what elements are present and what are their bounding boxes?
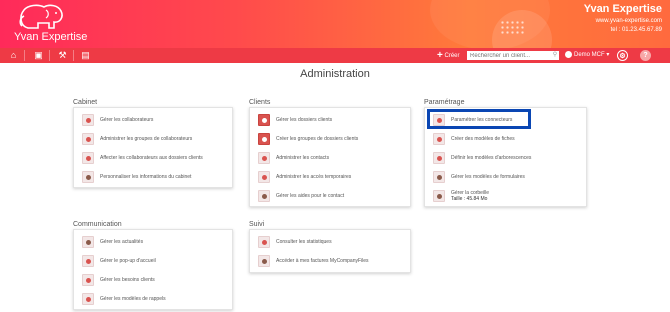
corbeille-size: Taille : 45.84 Mo	[451, 196, 488, 202]
elephant-logo-icon[interactable]	[16, 2, 68, 32]
folders-group-icon	[258, 133, 270, 145]
toolbar-divider	[24, 50, 25, 61]
link-label: Gérer les modèles de rappels	[100, 296, 166, 302]
printer-icon	[433, 171, 445, 183]
assign-users-icon	[82, 152, 94, 164]
link-label: Créer les groupes de dossiers clients	[276, 136, 359, 142]
card-clients: Gérer les dossiers clients Créer les gro…	[249, 107, 411, 207]
calendar-icon	[82, 255, 94, 267]
link-label: Créer des modèles de fiches	[451, 136, 515, 142]
link-personnaliser-cabinet[interactable]: Personnaliser les informations du cabine…	[82, 170, 191, 184]
link-label: Administrer les accès temporaires	[276, 174, 352, 180]
toolbar-divider	[49, 50, 50, 61]
link-modeles-arborescences[interactable]: Définir les modèles d'arborescences	[433, 151, 531, 165]
link-label: Gérer les aides pour le contact	[276, 193, 345, 199]
link-popup-accueil[interactable]: Gérer le pop-up d'accueil	[82, 254, 156, 268]
link-besoins-clients[interactable]: Gérer les besoins clients	[82, 273, 155, 287]
link-label: Définir les modèles d'arborescences	[451, 155, 532, 161]
user-menu[interactable]: Demo MCF ▾	[565, 49, 609, 62]
brand-phone: tel : 01.23.45.67.89	[610, 27, 662, 33]
group-icon	[82, 133, 94, 145]
brand-block: Yvan Expertise www.yvan-expertise.com te…	[584, 3, 662, 33]
create-label: Créer	[444, 53, 460, 60]
link-acces-temporaires[interactable]: Administrer les accès temporaires	[258, 170, 351, 184]
building-icon	[82, 171, 94, 183]
main-toolbar: ⌂ ▣ ⚒ ▤ + Créer ⚲ Demo MCF ▾ ⚙ ?	[0, 48, 670, 63]
help-button[interactable]: ?	[640, 50, 651, 61]
section-title-parametrage: Paramétrage	[424, 99, 465, 106]
euro-icon	[258, 255, 270, 267]
brand-name: Yvan Expertise	[583, 3, 662, 15]
toolbar-divider	[73, 50, 74, 61]
link-corbeille[interactable]: Gérer la corbeille Taille : 45.84 Mo	[433, 188, 489, 204]
link-label: Gérer les dossiers clients	[276, 117, 333, 123]
user-clock-icon	[258, 171, 270, 183]
link-label: Consulter les statistiques	[276, 239, 332, 245]
link-contacts[interactable]: Administrer les contacts	[258, 151, 329, 165]
card-communication: Gérer les actualités Gérer le pop-up d'a…	[73, 229, 233, 310]
link-aides-contact[interactable]: Gérer les aides pour le contact	[258, 189, 344, 203]
link-label: Gérer les actualités	[100, 239, 144, 245]
form-card-icon	[433, 133, 445, 145]
link-label: Gérer le pop-up d'accueil	[100, 258, 156, 264]
home-icon[interactable]: ⌂	[8, 50, 19, 61]
link-gerer-collaborateurs[interactable]: Gérer les collaborateurs	[82, 113, 153, 127]
page-title: Administration	[300, 68, 370, 80]
folder-icon	[258, 114, 270, 126]
link-groupes-dossiers[interactable]: Créer les groupes de dossiers clients	[258, 132, 358, 146]
chevron-down-icon: ▾	[606, 52, 610, 58]
link-modeles-fiches[interactable]: Créer des modèles de fiches	[433, 132, 515, 146]
clipboard-icon[interactable]: ▤	[80, 50, 91, 61]
create-button[interactable]: + Créer	[437, 49, 460, 63]
brand-website: www.yvan-expertise.com	[595, 18, 662, 24]
link-label: Gérer les collaborateurs	[100, 117, 154, 123]
section-title-suivi: Suivi	[249, 221, 265, 228]
tree-list-icon	[433, 152, 445, 164]
corbeille-text: Gérer la corbeille Taille : 45.84 Mo	[445, 190, 489, 202]
logo-text: Yvan Expertise	[14, 31, 88, 43]
link-modeles-rappels[interactable]: Gérer les modèles de rappels	[82, 292, 166, 306]
link-factures[interactable]: Accéder à mes factures MyCompanyFiles	[258, 254, 369, 268]
user-avatar-icon	[565, 50, 572, 58]
link-statistiques[interactable]: Consulter les statistiques	[258, 235, 332, 249]
users-needs-icon	[82, 274, 94, 286]
link-actualites[interactable]: Gérer les actualités	[82, 235, 143, 249]
link-groupes-collaborateurs[interactable]: Administrer les groupes de collaborateur…	[82, 132, 192, 146]
search-icon[interactable]: ⚲	[551, 51, 559, 60]
link-label: Administrer les contacts	[276, 155, 330, 161]
news-icon	[82, 236, 94, 248]
highlight-box	[427, 109, 531, 129]
plus-icon: +	[437, 50, 443, 61]
link-dossiers-clients[interactable]: Gérer les dossiers clients	[258, 113, 332, 127]
link-label: Personnaliser les informations du cabine…	[100, 174, 192, 180]
section-title-clients: Clients	[249, 99, 271, 106]
trash-icon	[433, 190, 445, 202]
card-cabinet: Gérer les collaborateurs Administrer les…	[73, 107, 233, 188]
gear-icon[interactable]: ⚙	[617, 50, 628, 61]
link-label: Accéder à mes factures MyCompanyFiles	[276, 258, 369, 264]
app-header: Yvan Expertise Yvan Expertise www.yvan-e…	[0, 0, 670, 48]
pie-chart-icon	[258, 236, 270, 248]
link-label: Gérer les modèles de formulaires	[451, 174, 525, 180]
bell-icon	[82, 293, 94, 305]
folder-icon[interactable]: ▣	[33, 50, 44, 61]
users-gear-icon	[82, 114, 94, 126]
link-label: Administrer les groupes de collaborateur…	[100, 136, 193, 142]
help-circle-icon	[258, 190, 270, 202]
contact-card-icon	[258, 152, 270, 164]
section-title-cabinet: Cabinet	[73, 99, 98, 106]
header-dots-decoration	[500, 20, 524, 36]
link-affecter-collaborateurs[interactable]: Affecter les collaborateurs aux dossiers…	[82, 151, 203, 165]
user-name: Demo MCF	[574, 52, 605, 58]
client-search-input[interactable]	[467, 51, 559, 60]
card-suivi: Consulter les statistiques Accéder à mes…	[249, 229, 411, 273]
tools-icon[interactable]: ⚒	[57, 50, 68, 61]
link-label: Gérer les besoins clients	[100, 277, 155, 283]
link-modeles-formulaires[interactable]: Gérer les modèles de formulaires	[433, 170, 525, 184]
section-title-communication: Communication	[73, 221, 122, 228]
link-label: Affecter les collaborateurs aux dossiers…	[100, 155, 203, 161]
